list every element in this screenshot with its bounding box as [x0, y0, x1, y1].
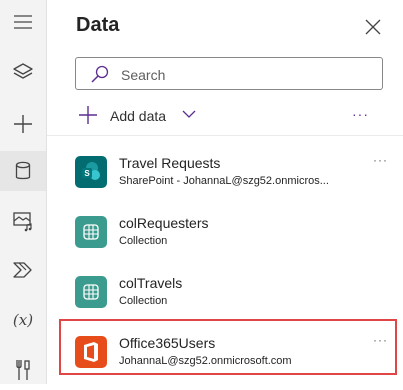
- close-button[interactable]: [362, 16, 384, 38]
- item-subtitle: SharePoint - JohannaL@szg52.onmicros...: [119, 175, 329, 187]
- data-pane: Data Search Add data ··· S Travel Reques…: [47, 0, 403, 384]
- item-more-button[interactable]: ···: [373, 153, 388, 167]
- media-icon: [13, 212, 32, 232]
- database-icon: [15, 161, 31, 180]
- power-automate-button[interactable]: [0, 250, 46, 290]
- search-icon: [91, 65, 109, 83]
- item-subtitle: Collection: [119, 235, 168, 247]
- data-source-item[interactable]: colRequesters Collection: [47, 208, 403, 264]
- svg-text:S: S: [84, 169, 90, 178]
- media-button[interactable]: [0, 201, 46, 241]
- data-source-item[interactable]: Office365Users JohannaL@szg52.onmicrosof…: [47, 328, 403, 384]
- table-icon: [75, 276, 107, 308]
- add-data-label: Add data: [110, 108, 167, 124]
- left-rail: (x): [0, 0, 47, 384]
- chevron-down-icon: [182, 110, 196, 118]
- menu-button[interactable]: [0, 2, 46, 42]
- hamburger-icon: [14, 15, 32, 29]
- item-subtitle: JohannaL@szg52.onmicrosoft.com: [119, 355, 292, 367]
- item-name: Office365Users: [119, 335, 216, 351]
- item-name: colRequesters: [119, 215, 209, 231]
- item-name: colTravels: [119, 275, 183, 291]
- data-source-item[interactable]: S Travel Requests SharePoint - JohannaL@…: [47, 148, 403, 204]
- layers-icon: [13, 63, 33, 79]
- search-input[interactable]: Search: [75, 57, 383, 90]
- pane-title: Data: [76, 14, 120, 36]
- insert-button[interactable]: [0, 104, 46, 144]
- divider: [47, 135, 403, 136]
- tools-button[interactable]: [0, 350, 46, 390]
- item-subtitle: Collection: [119, 295, 168, 307]
- tools-icon: [16, 360, 30, 380]
- search-placeholder: Search: [121, 67, 166, 83]
- variables-icon: (x): [12, 311, 34, 329]
- sharepoint-icon: S: [75, 156, 107, 188]
- office-icon: [75, 336, 107, 368]
- close-icon: [365, 19, 381, 35]
- item-name: Travel Requests: [119, 155, 221, 171]
- add-data-button[interactable]: Add data: [78, 104, 208, 128]
- table-icon: [75, 216, 107, 248]
- tree-view-button[interactable]: [0, 52, 46, 92]
- add-icon: [79, 106, 97, 124]
- data-source-item[interactable]: colTravels Collection: [47, 268, 403, 324]
- plus-icon: [14, 115, 32, 133]
- more-options-button[interactable]: ···: [352, 106, 369, 122]
- data-button[interactable]: [0, 151, 46, 191]
- item-more-button[interactable]: ···: [373, 333, 388, 347]
- power-automate-icon: [13, 262, 32, 278]
- variables-button[interactable]: (x): [0, 300, 46, 340]
